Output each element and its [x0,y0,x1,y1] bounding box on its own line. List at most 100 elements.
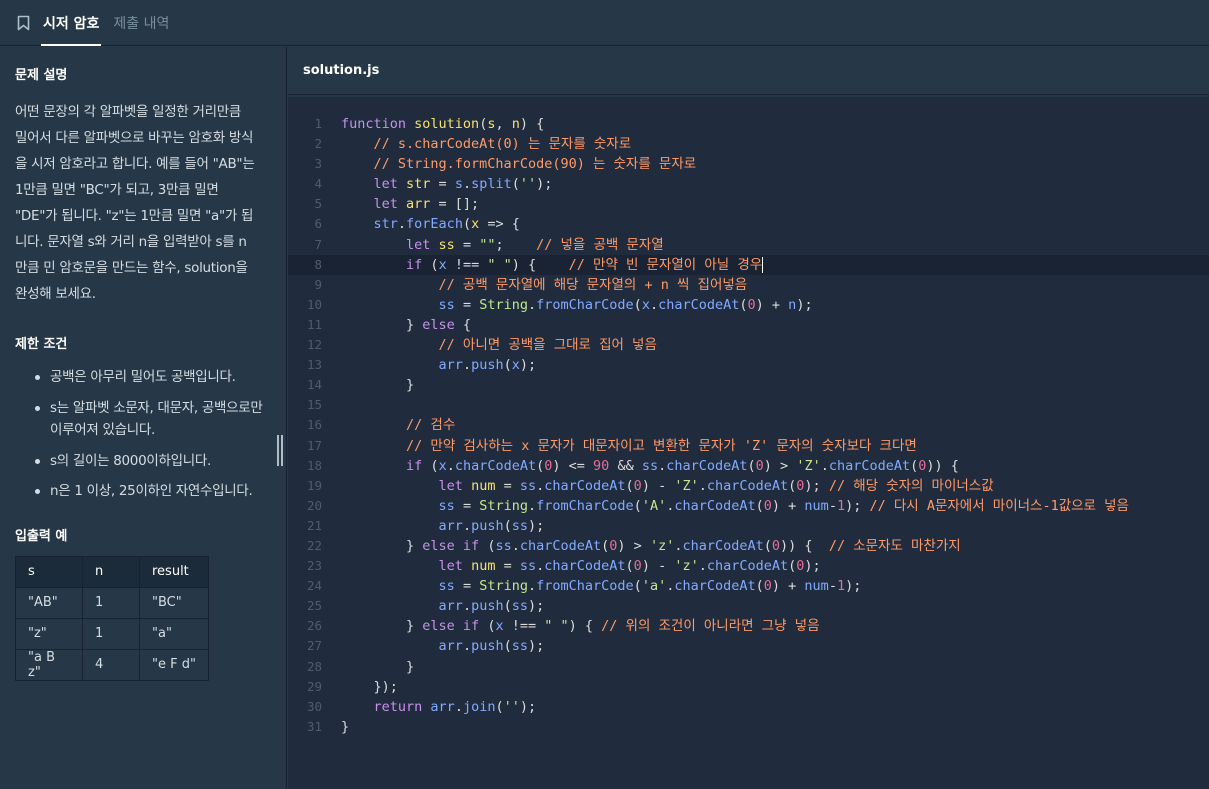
code-line[interactable]: 19 let num = ss.charCodeAt(0) - 'Z'.char… [288,476,1209,496]
code-line[interactable]: 24 ss = String.fromCharCode('a'.charCode… [288,576,1209,596]
table-header-row: s n result [15,555,209,588]
line-number: 23 [306,558,322,574]
code-line[interactable]: 13 arr.push(x); [288,355,1209,375]
line-number: 14 [306,377,322,393]
line-number: 3 [314,156,322,172]
constraints-title: 제한 조건 [15,337,68,352]
code-line[interactable]: 25 arr.push(ss); [288,596,1209,616]
code-text: let ss = ""; // 넣을 공백 문자열 [406,236,664,253]
table-cell: 4 [82,648,140,681]
line-number: 1 [314,116,322,131]
file-header: solution.js [288,47,1209,95]
code-line[interactable]: 8 if (x !== " ") { // 만약 빈 문자열이 아닐 경우 [288,254,1209,275]
code-line[interactable]: 9 // 공백 문자열에 해당 문자열의 + n 씩 집어넣음 [288,275,1209,295]
bookmark-icon[interactable] [17,0,33,45]
code-editor[interactable]: 1 function solution(s, n) {2 // s.charCod… [288,97,1209,789]
column-header: result [139,555,209,588]
code-text: if (x.charCodeAt(0) <= 90 && ss.charCode… [406,457,959,474]
code-line[interactable]: 7 let ss = ""; // 넣을 공백 문자열 [288,235,1209,255]
code-text: } [341,377,415,394]
line-number: 24 [306,578,322,594]
line-number: 30 [306,698,322,714]
code-line[interactable]: 5 let arr = []; [288,194,1209,214]
code-text: arr.push(ss); [438,517,545,534]
code-line[interactable]: 1 function solution(s, n) { [288,114,1209,134]
line-number: 25 [306,598,322,614]
io-example-title: 입출력 예 [15,528,68,544]
line-number: 17 [306,437,322,453]
column-header: n [82,555,140,588]
line-number: 4 [314,176,322,192]
code-line[interactable]: 15 [288,395,1209,415]
code-line[interactable]: 6 str.forEach(x => { [288,214,1209,234]
code-line[interactable]: 30 return arr.join(''); [288,697,1209,717]
code-line[interactable]: 26 } else if (x !== " ") { // 위의 조건이 아니라… [288,616,1209,636]
tab-caesar-cipher[interactable]: 시저 암호 [40,0,102,46]
code-line[interactable]: 11 } else { [288,315,1209,335]
table-cell: 1 [82,617,140,650]
code-text: ss = String.fromCharCode(x.charCodeAt(0)… [438,296,813,313]
code-text: // s.charCodeAt(0) 는 문자를 숫자로 [373,136,632,153]
code-text: } else if (x !== " ") { // 위의 조건이 아니라면 그… [341,618,820,635]
code-line[interactable]: 21 arr.push(ss); [288,516,1209,536]
table-row: "z" 1 "a" [15,617,209,650]
line-number: 2 [314,136,322,152]
line-number: 26 [306,618,322,634]
editor-panel: solution.js 1 function solution(s, n) {2 … [288,47,1209,789]
code-line[interactable]: 10 ss = String.fromCharCode(x.charCodeAt… [288,295,1209,315]
code-line[interactable]: 14 } [288,375,1209,395]
line-number: 29 [306,678,322,694]
description-title: 문제 설명 [15,68,68,83]
code-text: let arr = []; [373,196,480,213]
code-line[interactable]: 16 // 검수 [288,415,1209,435]
code-text: if (x !== " ") { // 만약 빈 문자열이 아닐 경우 [406,256,764,273]
table-cell: "z" [15,617,83,650]
line-number: 16 [306,417,322,433]
code-line[interactable]: 28 } [288,657,1209,677]
line-number: 18 [306,457,322,473]
code-text: // 아니면 공백을 그대로 집어 넣음 [438,337,657,354]
constraint-item: s의 길이는 8000이하입니다. [15,450,270,473]
code-line[interactable]: 23 let num = ss.charCodeAt(0) - 'z'.char… [288,556,1209,576]
problem-panel: 문제 설명 어떤 문장의 각 알파벳을 일정한 거리만큼 밀어서 다른 알파벳으… [0,47,287,789]
code-text: // 검수 [406,417,456,434]
line-number: 6 [314,216,322,232]
line-number: 8 [314,256,322,272]
code-text: ss = String.fromCharCode('A'.charCodeAt(… [438,497,1129,514]
line-number: 15 [306,397,322,413]
code-line[interactable]: 4 let str = s.split(''); [288,174,1209,194]
line-number: 20 [306,497,322,513]
line-number: 27 [306,638,322,654]
table-cell: "AB" [15,586,83,619]
constraint-item: 공백은 아무리 밀어도 공백입니다. [15,366,270,389]
table-row: "AB" 1 "BC" [15,586,209,619]
code-line[interactable]: 22 } else if (ss.charCodeAt(0) > 'z'.cha… [288,536,1209,556]
code-line[interactable]: 3 // String.formCharCode(90) 는 숫자를 문자로 [288,154,1209,174]
column-header: s [15,555,83,588]
code-line[interactable]: 31} [288,717,1209,737]
code-line[interactable]: 29 }); [288,677,1209,697]
panel-resize-handle[interactable] [276,435,285,466]
code-text: let num = ss.charCodeAt(0) - 'z'.charCod… [438,558,821,575]
line-number: 9 [314,276,322,292]
code-text: // 공백 문자열에 해당 문자열의 + n 씩 집어넣음 [438,276,748,293]
code-line[interactable]: 2 // s.charCodeAt(0) 는 문자를 숫자로 [288,134,1209,154]
table-cell: "e F d" [139,648,209,681]
line-number: 21 [306,517,322,533]
code-line[interactable]: 27 arr.push(ss); [288,636,1209,656]
line-number: 11 [306,316,322,332]
code-line[interactable]: 17 // 만약 검사하는 x 문자가 대문자이고 변환한 문자가 'Z' 문자… [288,436,1209,456]
problem-description: 어떤 문장의 각 알파벳을 일정한 거리만큼 밀어서 다른 알파벳으로 바꾸는 … [15,104,255,302]
code-text: let str = s.split(''); [373,176,553,193]
code-text: } else { [341,316,472,333]
table-cell: "a" [139,617,209,650]
code-line[interactable]: 18 if (x.charCodeAt(0) <= 90 && ss.charC… [288,456,1209,476]
line-number: 7 [314,236,322,252]
tab-submission-history[interactable]: 제출 내역 [113,0,169,45]
line-number: 5 [314,196,322,212]
line-number: 28 [306,658,322,674]
line-number: 19 [306,477,322,493]
line-number: 13 [306,357,322,373]
code-line[interactable]: 20 ss = String.fromCharCode('A'.charCode… [288,496,1209,516]
code-line[interactable]: 12 // 아니면 공백을 그대로 집어 넣음 [288,335,1209,355]
